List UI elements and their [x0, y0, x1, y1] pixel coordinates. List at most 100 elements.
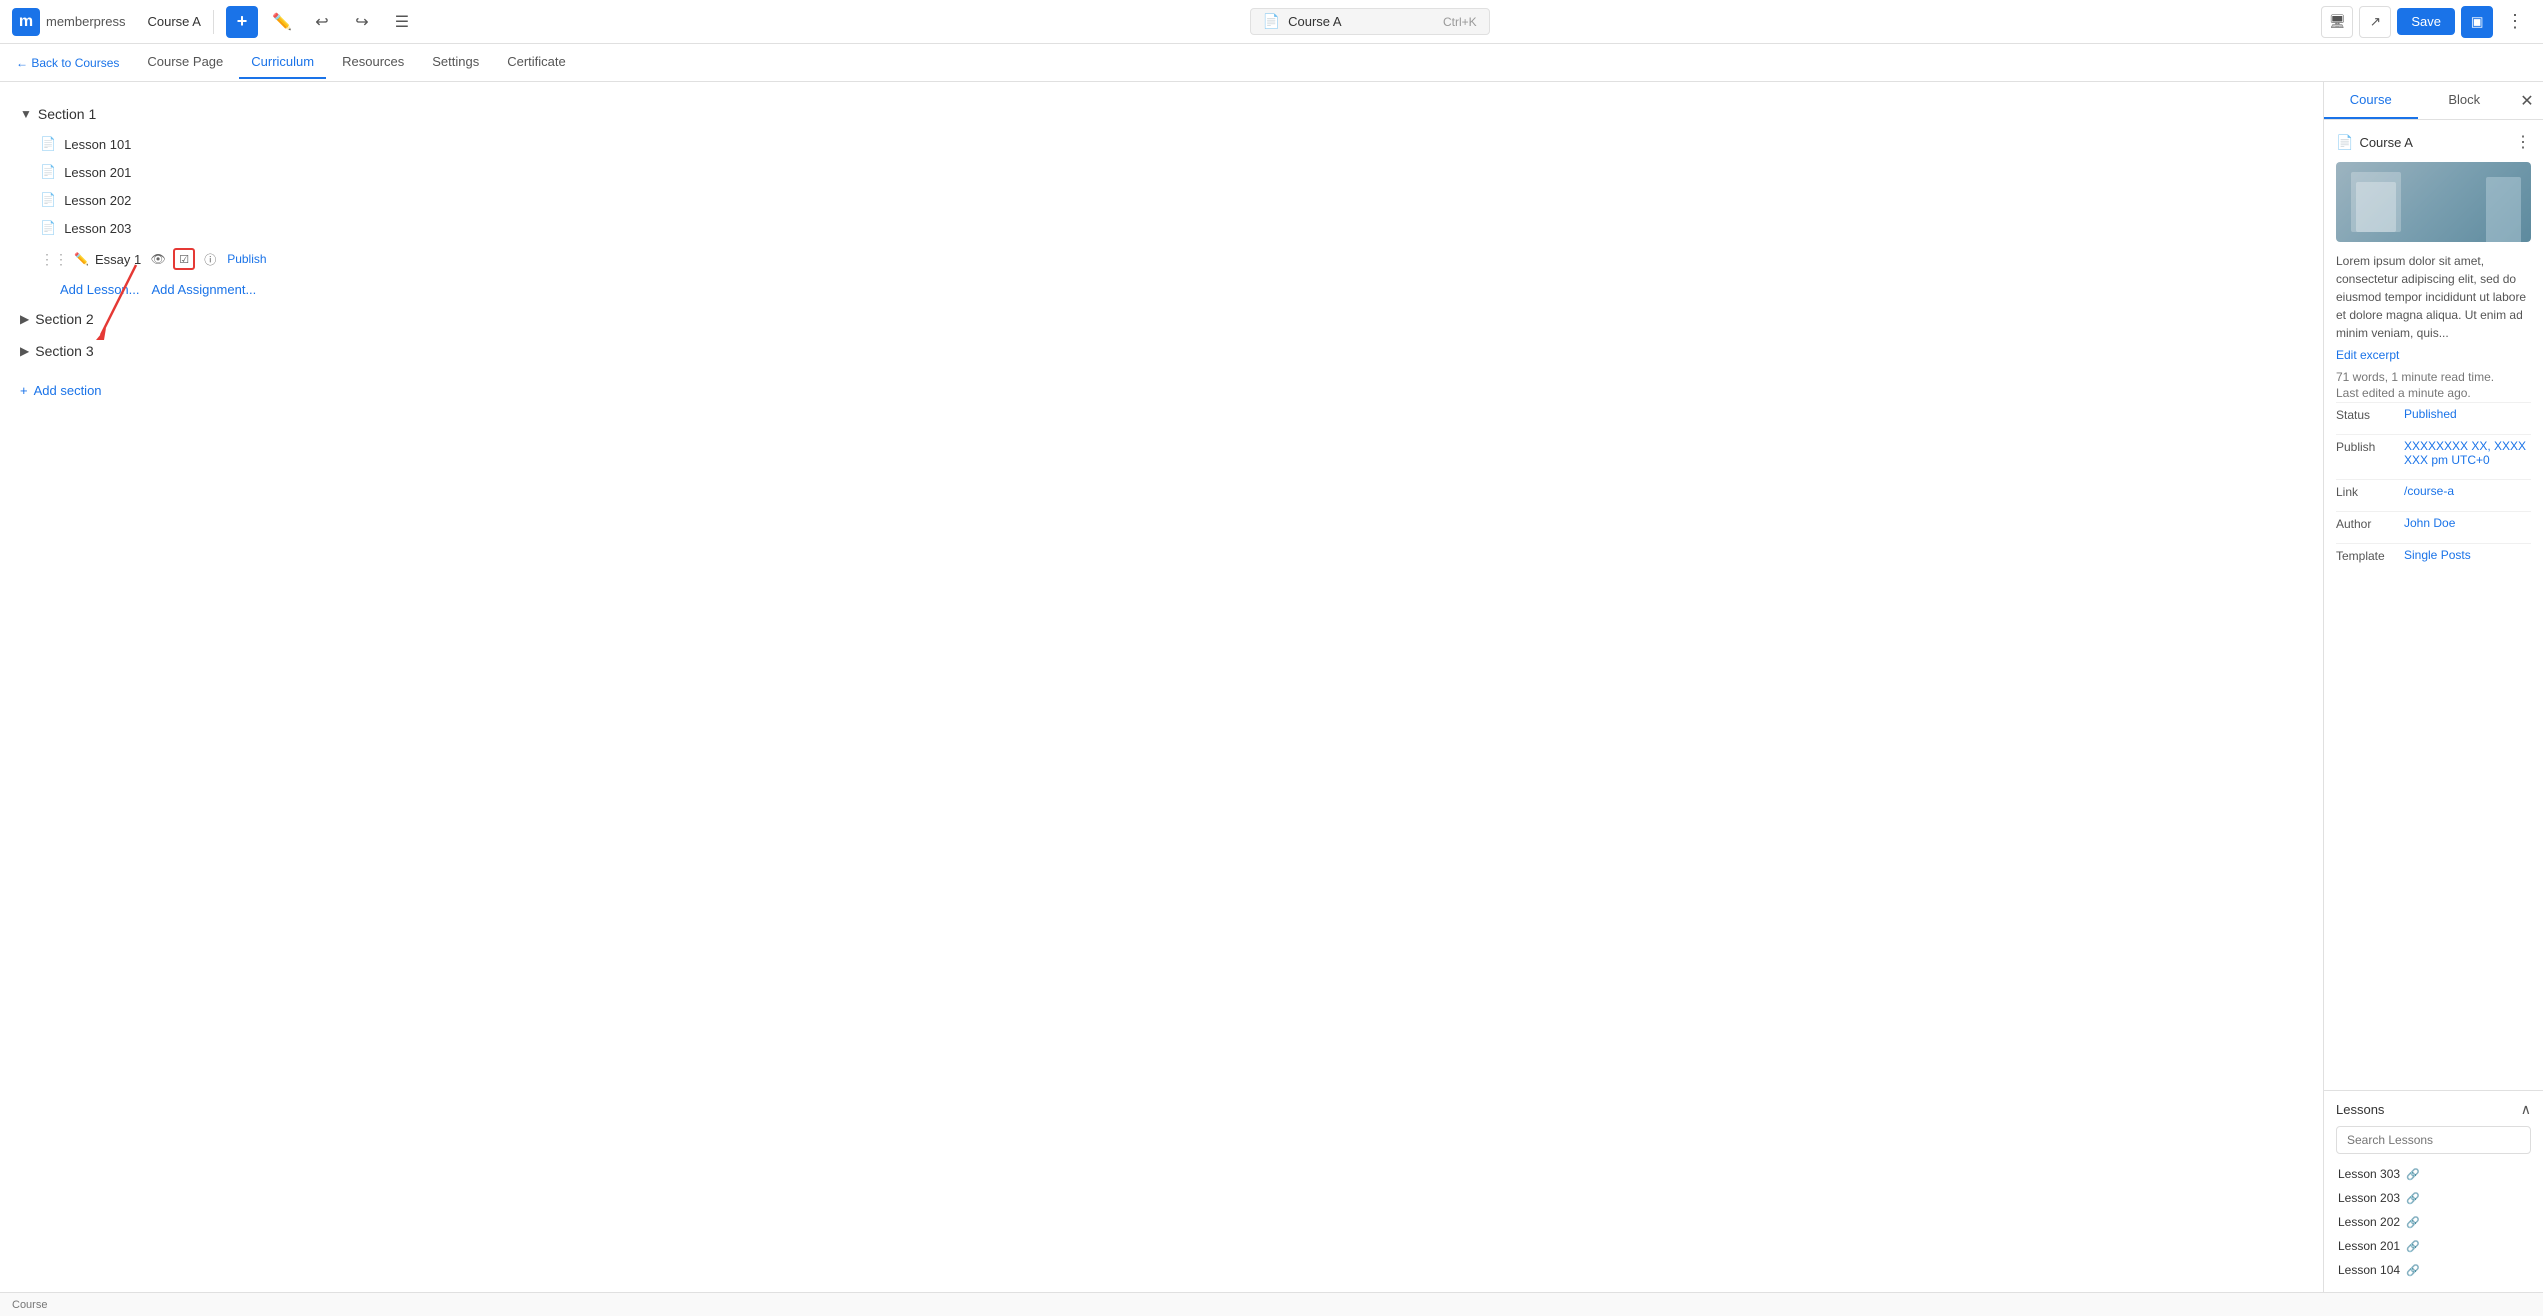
lesson-doc-icon-2: 📄	[40, 164, 56, 180]
sidebar-toggle-button[interactable]: ▣	[2461, 6, 2493, 38]
section-2-caret: ▶	[20, 312, 29, 326]
add-lesson-link[interactable]: Add Lesson...	[60, 282, 140, 297]
course-excerpt: Lorem ipsum dolor sit amet, consectetur …	[2336, 252, 2531, 342]
course-doc-icon: 📄	[2336, 134, 2353, 151]
section-1-caret: ▼	[20, 107, 32, 121]
lessons-list-item-104[interactable]: Lesson 104 🔗	[2336, 1258, 2531, 1282]
brush-button[interactable]: ✏️	[266, 6, 298, 38]
edit-essay-button[interactable]: ✏️	[74, 252, 89, 266]
panel-tab-block[interactable]: Block	[2418, 82, 2512, 119]
add-button[interactable]: +	[226, 6, 258, 38]
link-value[interactable]: /course-a	[2404, 484, 2454, 498]
word-count: 71 words, 1 minute read time.	[2336, 370, 2531, 384]
course-name-panel-label: Course A	[2359, 135, 2412, 150]
undo-button[interactable]: ↩	[306, 6, 338, 38]
publish-value[interactable]: XXXXXXXX XX, XXXX XXX pm UTC+0	[2404, 439, 2531, 467]
lessons-collapse-button[interactable]: ∧	[2521, 1101, 2531, 1118]
add-section-button[interactable]: + Add section	[16, 375, 2307, 406]
panel-body: 📄 Course A ⋮ Lorem ipsum dolor sit amet,…	[2324, 120, 2543, 1090]
add-section-plus-icon: +	[20, 383, 28, 398]
lesson-101-item[interactable]: 📄 Lesson 101	[36, 130, 2307, 158]
link-label: Link	[2336, 484, 2396, 499]
external-link-button[interactable]: ↗	[2359, 6, 2391, 38]
tab-course-page[interactable]: Course Page	[135, 46, 235, 79]
lesson-201-item[interactable]: 📄 Lesson 201	[36, 158, 2307, 186]
lesson-202-label: Lesson 202	[64, 193, 131, 208]
more-options-button[interactable]: ⋮	[2499, 6, 2531, 38]
panel-close-button[interactable]: ✕	[2511, 85, 2543, 117]
lessons-list-item-202[interactable]: Lesson 202 🔗	[2336, 1210, 2531, 1234]
section-3: ▶ Section 3	[16, 335, 2307, 367]
top-bar: m memberpress Course A + ✏️ ↩ ↪ ☰ 📄 Cour…	[0, 0, 2543, 44]
add-lesson-row: Add Lesson... Add Assignment...	[56, 276, 2307, 303]
tab-certificate[interactable]: Certificate	[495, 46, 578, 79]
panel-tabs: Course Block ✕	[2324, 82, 2543, 120]
status-value: Published	[2404, 407, 2457, 421]
lesson-101-label: Lesson 101	[64, 137, 131, 152]
brand-name: memberpress	[46, 14, 125, 29]
course-title-header: Course A	[147, 14, 200, 29]
tab-curriculum[interactable]: Curriculum	[239, 46, 326, 79]
desktop-view-button[interactable]: 🖥	[2321, 6, 2353, 38]
status-row: Status Published	[2336, 402, 2531, 426]
lesson-link-icon: 🔗	[2406, 1168, 2420, 1181]
course-name-display: Course A	[1288, 14, 1341, 29]
center-area: 📄 Course A Ctrl+K	[426, 8, 2313, 35]
checkbox-essay-button[interactable]: ☑	[173, 248, 195, 270]
template-row: Template Single Posts	[2336, 543, 2531, 567]
essay-1-item: ⋮⋮ ✏️ Essay 1 👁 ☑ ⓘ Publish	[36, 242, 2307, 276]
back-to-courses-link[interactable]: ← Back to Courses	[16, 56, 119, 70]
course-header-panel: 📄 Course A ⋮	[2336, 132, 2531, 152]
search-lessons-input[interactable]	[2336, 1126, 2531, 1154]
status-bar: Course	[0, 1292, 2543, 1316]
view-essay-button[interactable]: 👁	[147, 248, 169, 270]
section-3-header[interactable]: ▶ Section 3	[16, 335, 2307, 367]
lesson-303-list-label: Lesson 303	[2338, 1167, 2400, 1181]
template-label: Template	[2336, 548, 2396, 563]
section-1-header[interactable]: ▼ Section 1	[16, 98, 2307, 130]
lessons-header: Lessons ∧	[2336, 1101, 2531, 1118]
lesson-203-item[interactable]: 📄 Lesson 203	[36, 214, 2307, 242]
section-1-content: 📄 Lesson 101 📄 Lesson 201 📄 Lesson 202 📄…	[36, 130, 2307, 303]
lessons-list-item-203[interactable]: Lesson 203 🔗	[2336, 1186, 2531, 1210]
last-edited: Last edited a minute ago.	[2336, 386, 2531, 400]
curriculum-area: ▼ Section 1 📄 Lesson 101 📄 Lesson 201 📄 …	[0, 82, 2323, 1292]
lessons-list-item-201[interactable]: Lesson 201 🔗	[2336, 1234, 2531, 1258]
status-text: Course	[12, 1299, 47, 1311]
author-label: Author	[2336, 516, 2396, 531]
lesson-doc-icon: 📄	[40, 136, 56, 152]
essay-1-label: Essay 1	[95, 252, 141, 267]
course-name-pill[interactable]: 📄 Course A Ctrl+K	[1250, 8, 1490, 35]
lesson-203-label: Lesson 203	[64, 221, 131, 236]
link-row: Link /course-a	[2336, 479, 2531, 503]
tab-settings[interactable]: Settings	[420, 46, 491, 79]
section-1: ▼ Section 1 📄 Lesson 101 📄 Lesson 201 📄 …	[16, 98, 2307, 303]
lesson-202-item[interactable]: 📄 Lesson 202	[36, 186, 2307, 214]
author-value[interactable]: John Doe	[2404, 516, 2455, 530]
redo-button[interactable]: ↪	[346, 6, 378, 38]
lessons-list-item-303[interactable]: Lesson 303 🔗	[2336, 1162, 2531, 1186]
logo-area: m memberpress	[12, 8, 125, 36]
course-more-dots-button[interactable]: ⋮	[2515, 132, 2531, 152]
edit-excerpt-link[interactable]: Edit excerpt	[2336, 348, 2531, 362]
publish-link[interactable]: Publish	[227, 252, 266, 266]
section-2: ▶ Section 2	[16, 303, 2307, 335]
toolbar-separator	[213, 10, 214, 34]
add-assignment-link[interactable]: Add Assignment...	[152, 282, 257, 297]
lessons-section: Lessons ∧ Lesson 303 🔗 Lesson 203 🔗 Less…	[2324, 1090, 2543, 1292]
info-essay-button[interactable]: ⓘ	[199, 248, 221, 270]
list-view-button[interactable]: ☰	[386, 6, 418, 38]
section-2-header[interactable]: ▶ Section 2	[16, 303, 2307, 335]
doc-icon: 📄	[1263, 13, 1280, 30]
publish-label: Publish	[2336, 439, 2396, 454]
panel-tab-course[interactable]: Course	[2324, 82, 2418, 119]
lessons-title: Lessons	[2336, 1102, 2384, 1117]
tab-resources[interactable]: Resources	[330, 46, 416, 79]
save-button[interactable]: Save	[2397, 8, 2455, 35]
section-2-label: Section 2	[35, 311, 93, 327]
right-actions: 🖥 ↗ Save ▣ ⋮	[2321, 6, 2531, 38]
template-value[interactable]: Single Posts	[2404, 548, 2471, 562]
lesson-link-icon-5: 🔗	[2406, 1264, 2420, 1277]
lesson-202-list-label: Lesson 202	[2338, 1215, 2400, 1229]
status-label: Status	[2336, 407, 2396, 422]
